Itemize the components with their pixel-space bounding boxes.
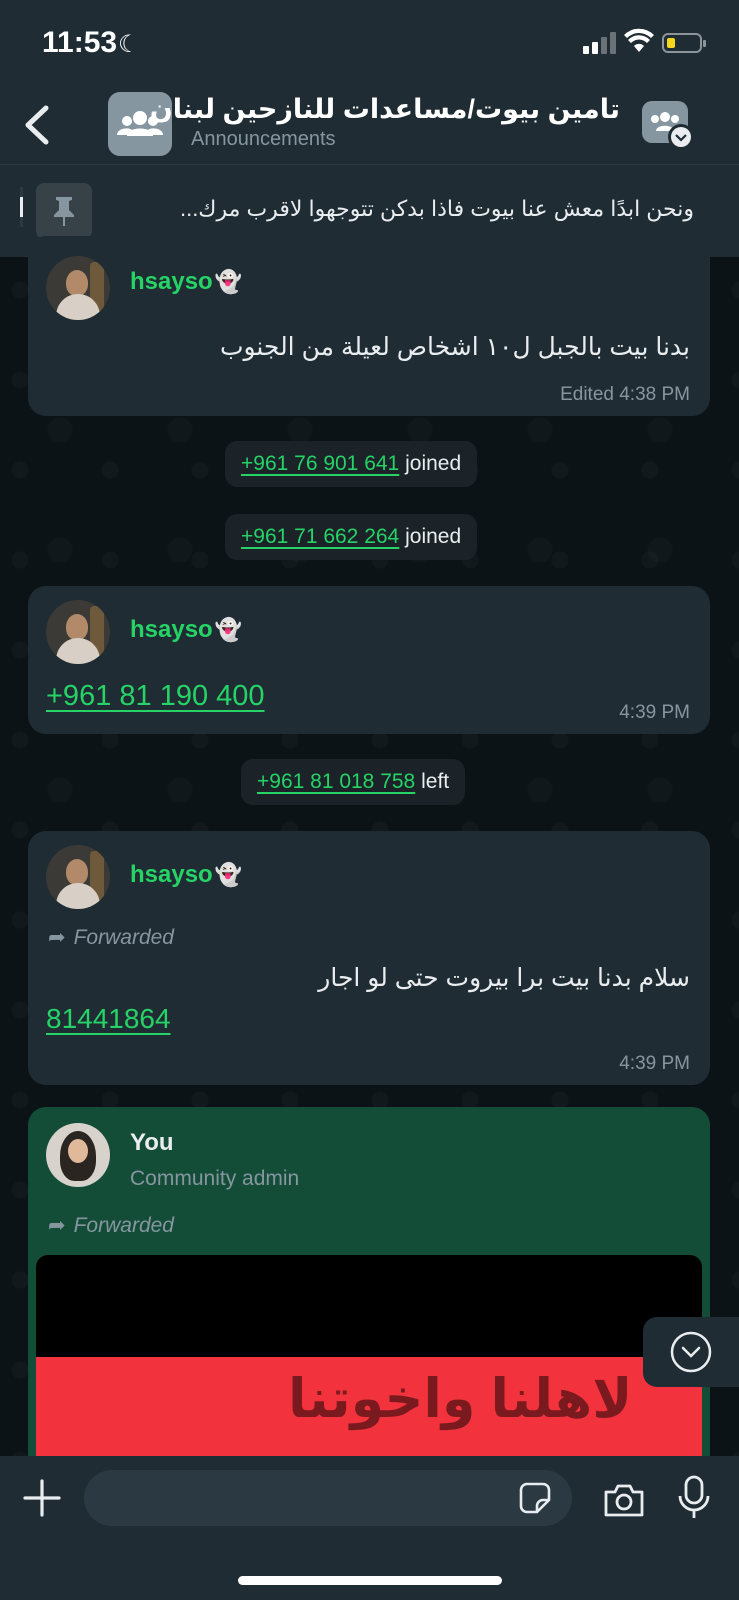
avatar[interactable] (46, 845, 110, 909)
wifi-icon (624, 28, 654, 52)
system-action: joined (405, 525, 462, 548)
chevron-down-icon (670, 1331, 712, 1373)
message-text: بدنا بيت بالجبل ل١٠ اشخاص لعيلة من الجنو… (219, 333, 690, 361)
phone-link-message[interactable]: +961 81 190 400 (46, 680, 265, 713)
system-notice: +961 71 662 264 joined (225, 514, 478, 560)
avatar[interactable] (46, 600, 110, 664)
scroll-to-bottom-button[interactable] (643, 1317, 739, 1387)
system-action: left (421, 770, 450, 793)
home-indicator (238, 1576, 502, 1585)
message-text: سلام بدنا بيت برا بيروت حتى لو اجار (318, 964, 690, 992)
sender-name[interactable]: hsayso👻 (130, 616, 242, 644)
message-bubble[interactable]: hsayso👻 بدنا بيت بالجبل ل١٠ اشخاص لعيلة … (28, 236, 710, 416)
back-button[interactable] (18, 102, 58, 148)
clock: 11:53 (42, 26, 118, 59)
sender-name[interactable]: hsayso👻 (130, 861, 242, 889)
system-action: joined (405, 452, 462, 475)
group-title[interactable]: تامين بيوت/مساعدات للنازحين لبنان (150, 94, 620, 125)
message-bubble[interactable]: hsayso👻 +961 81 190 400 4:39 PM (28, 586, 710, 734)
phone-link[interactable]: +961 81 018 758 (257, 770, 415, 793)
forward-arrow-icon: ➦ (48, 1214, 66, 1237)
system-notice: +961 81 018 758 left (241, 759, 466, 805)
image-caption-text: لاهلنا واخوتنا (288, 1369, 633, 1429)
avatar[interactable] (46, 256, 110, 320)
ghost-emoji: 👻 (214, 269, 243, 294)
message-input[interactable] (104, 1470, 508, 1528)
camera-button[interactable] (602, 1480, 646, 1520)
avatar[interactable] (46, 1123, 110, 1187)
forwarded-label: ➦ Forwarded (48, 1214, 174, 1237)
pin-icon (36, 183, 92, 239)
pinned-indicator (20, 187, 23, 227)
chat-header: تامين بيوت/مساعدات للنازحين لبنان Announ… (0, 88, 739, 164)
battery-icon (662, 33, 706, 53)
sender-role: Community admin (130, 1167, 300, 1190)
message-bubble[interactable]: hsayso👻 ➦ Forwarded سلام بدنا بيت برا بير… (28, 831, 710, 1085)
message-meta: Edited 4:38 PM (560, 384, 690, 405)
attach-plus-button[interactable] (22, 1478, 62, 1518)
message-input-box[interactable] (84, 1470, 572, 1528)
battery-level (667, 38, 675, 48)
system-notice: +961 76 901 641 joined (225, 441, 478, 487)
pinned-message-text: ونحن ابدًا معش عنا بيوت فاذا بدكن تتوجهو… (179, 196, 694, 221)
forwarded-label: ➦ Forwarded (48, 926, 174, 949)
sticker-button[interactable] (518, 1481, 552, 1515)
sender-name[interactable]: hsayso👻 (130, 268, 242, 296)
image-attachment[interactable]: لاهلنا واخوتنا (36, 1255, 702, 1465)
ghost-emoji: 👻 (214, 862, 243, 887)
phone-link-message[interactable]: 81441864 (46, 1003, 171, 1035)
ghost-emoji: 👻 (214, 617, 243, 642)
message-meta: 4:39 PM (619, 1053, 690, 1074)
chevron-down-badge-icon (668, 124, 694, 150)
forward-arrow-icon: ➦ (48, 926, 66, 949)
sender-name[interactable]: You (130, 1129, 174, 1157)
phone-link[interactable]: +961 76 901 641 (241, 452, 399, 475)
do-not-disturb-icon: ☾ (118, 31, 140, 58)
microphone-button[interactable] (676, 1474, 712, 1522)
phone-link[interactable]: +961 71 662 264 (241, 525, 399, 548)
cellular-signal-icon (583, 32, 617, 54)
message-meta: 4:39 PM (619, 702, 690, 723)
message-bubble-outgoing[interactable]: You Community admin ➦ Forwarded لاهلنا وا… (28, 1107, 710, 1467)
status-bar: 11:53 ☾ (0, 0, 739, 88)
group-subtitle: Announcements (191, 128, 336, 150)
